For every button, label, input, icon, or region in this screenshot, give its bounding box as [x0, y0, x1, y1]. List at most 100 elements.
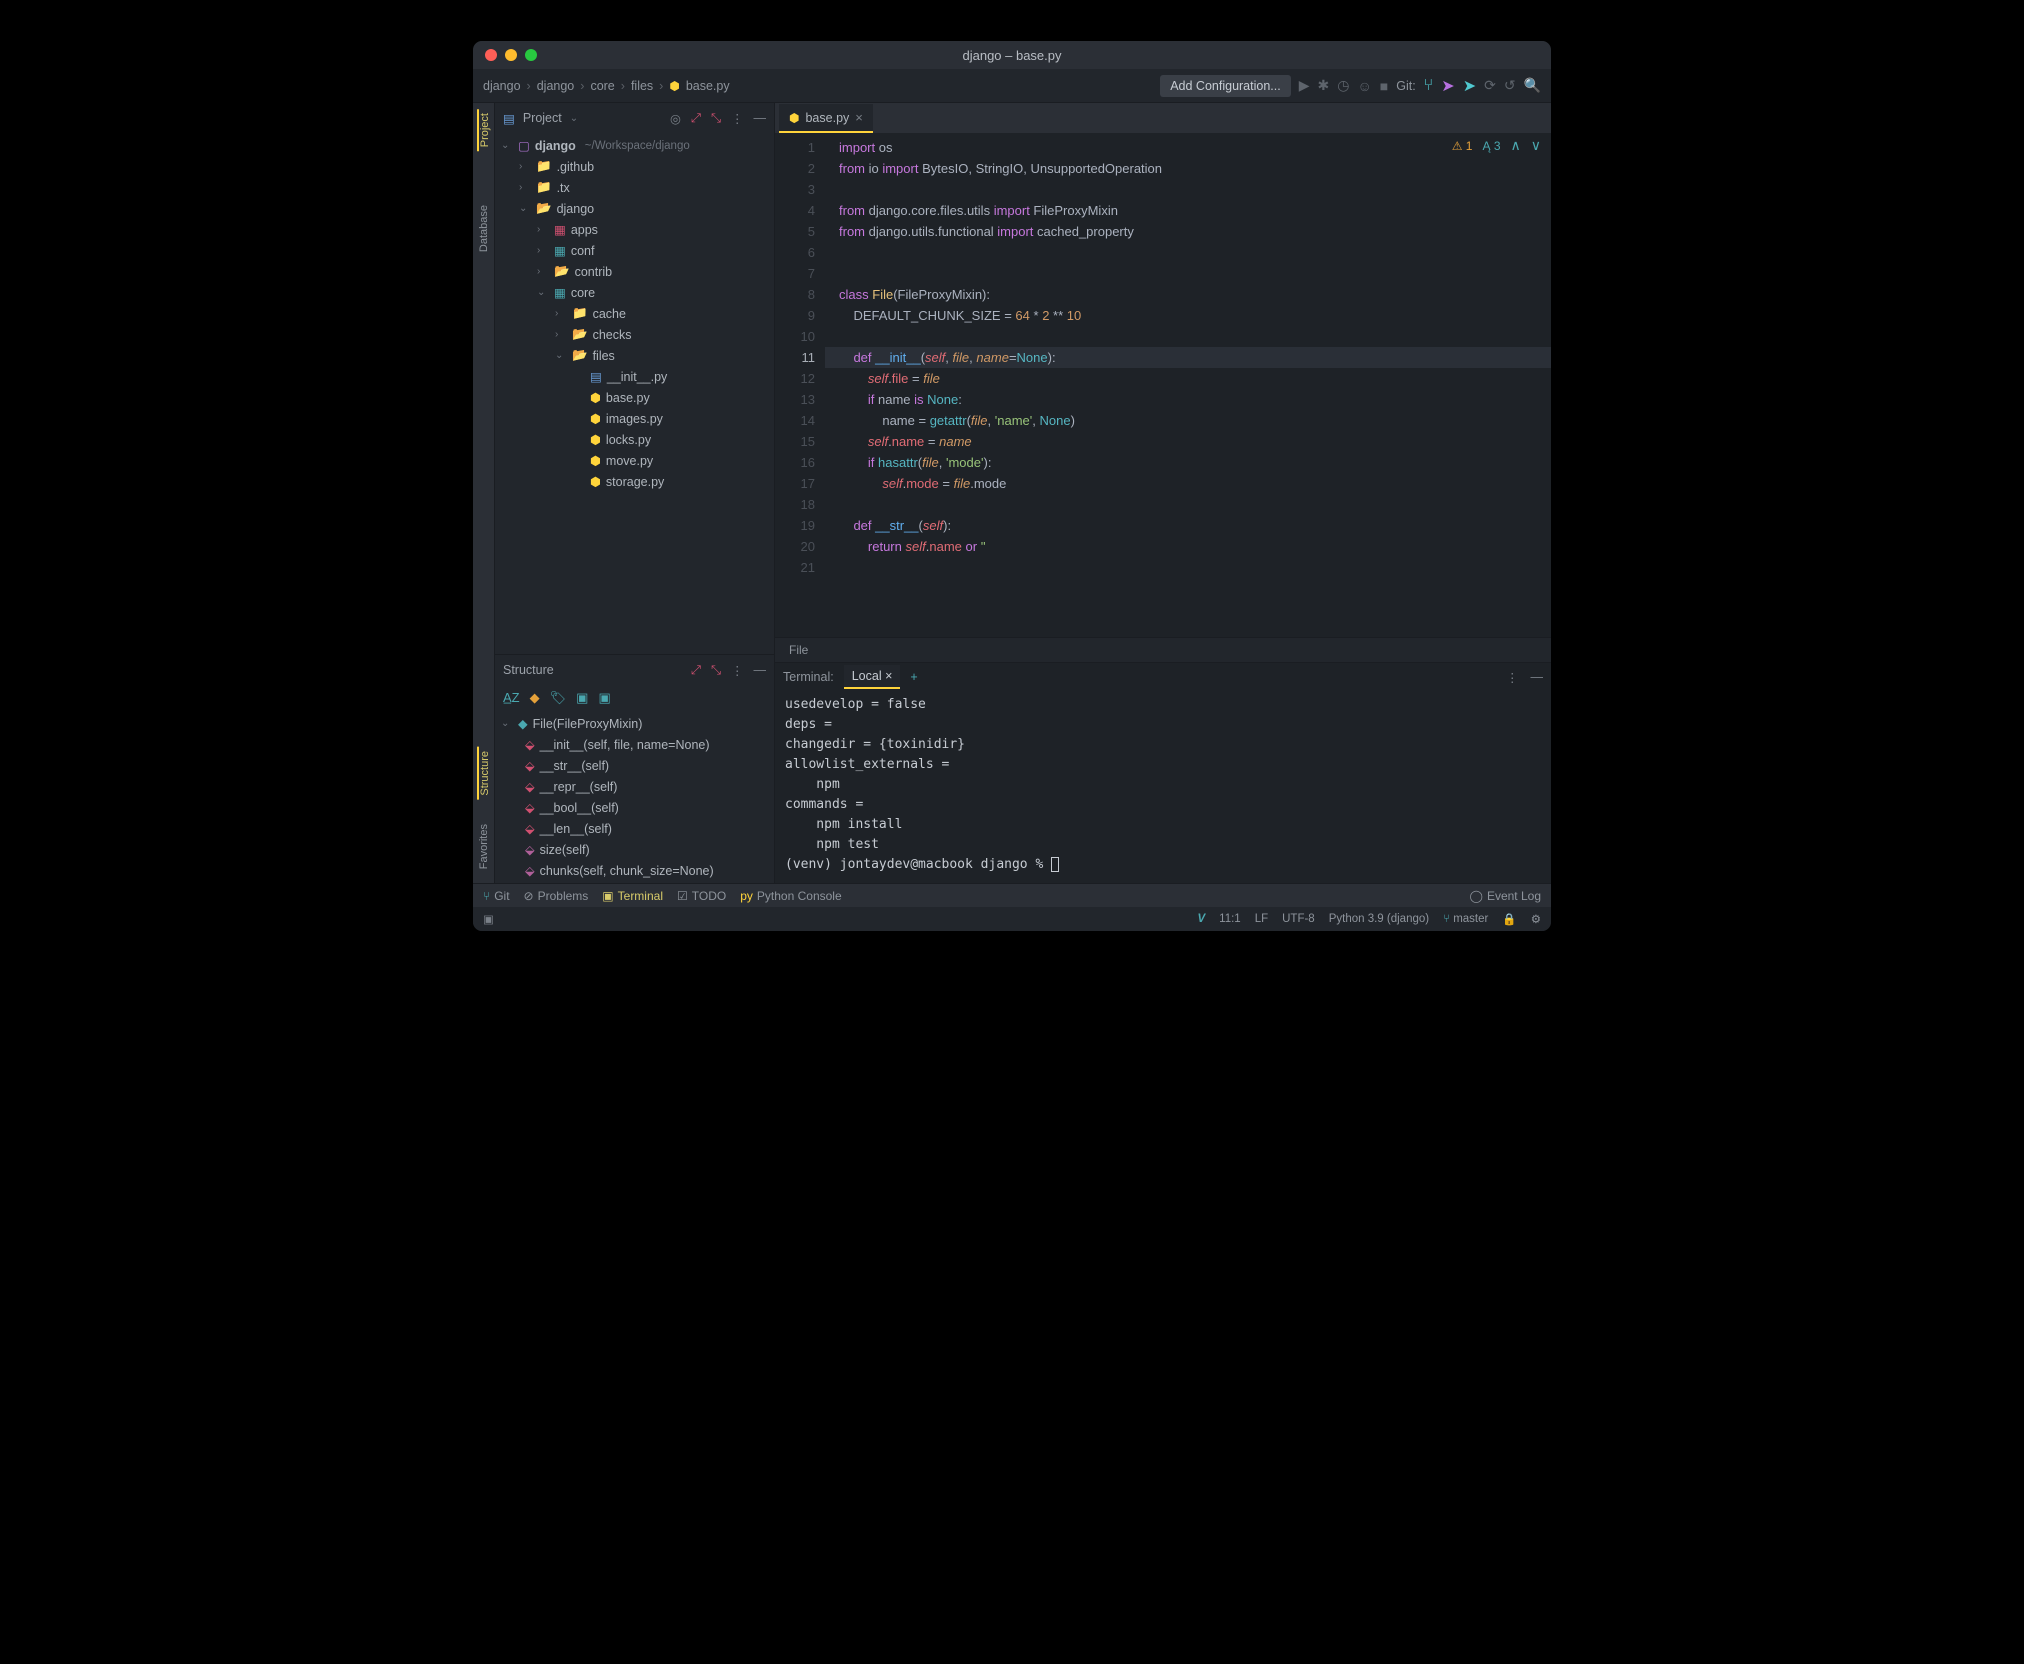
tree-node[interactable]: ▤__init__.py [495, 366, 774, 387]
project-label: Project [523, 111, 562, 125]
structure-tree[interactable]: ⌄◆File(FileProxyMixin) ⬙__init__(self, f… [495, 711, 774, 883]
python-interpreter[interactable]: Python 3.9 (django) [1329, 913, 1429, 925]
line-gutter[interactable]: 123456789101112131415161718192021 [775, 133, 825, 637]
tree-node[interactable]: ›📂contrib [495, 261, 774, 282]
bottom-event-log[interactable]: ◯Event Log [1470, 889, 1541, 903]
filter-icon[interactable]: ◆ [530, 690, 540, 706]
bottom-toolbar: ⑂Git ⊘Problems ▣Terminal ☑TODO pyPython … [473, 883, 1551, 907]
project-tree[interactable]: ⌄▢django~/Workspace/django ›📁.github›📁.t… [495, 133, 774, 654]
tag-icon[interactable]: 🏷 [550, 690, 567, 706]
git-update-icon[interactable]: ⑂ [1424, 77, 1434, 95]
git-label: Git: [1396, 79, 1415, 93]
show-fields-icon[interactable]: ▣ [598, 690, 610, 706]
rail-favorites[interactable]: Favorites [478, 820, 490, 873]
minimize-icon[interactable]: — [754, 663, 767, 678]
tree-node[interactable]: ⬢locks.py [495, 429, 774, 450]
tree-node[interactable]: ⬢base.py [495, 387, 774, 408]
structure-item[interactable]: ⬙__init__(self, file, name=None) [495, 734, 774, 755]
file-encoding[interactable]: UTF-8 [1282, 913, 1315, 925]
tree-node[interactable]: ⌄📂files [495, 345, 774, 366]
rail-project[interactable]: Project [477, 109, 491, 151]
run-icon[interactable]: ▶ [1299, 77, 1310, 94]
collapse-icon[interactable]: ⤡ [711, 111, 721, 126]
git-branch[interactable]: ⑂ master [1443, 913, 1488, 925]
terminal-output[interactable]: usedevelop = false deps = changedir = {t… [775, 691, 1551, 883]
tree-node[interactable]: ›▦apps [495, 219, 774, 240]
terminal-tab[interactable]: Local × [844, 665, 901, 689]
tree-node[interactable]: ›📁.tx [495, 177, 774, 198]
bottom-terminal[interactable]: ▣Terminal [602, 889, 663, 903]
git-commit-icon[interactable]: ➤ [1441, 76, 1454, 96]
project-panel-header: ▤ Project ⌄ ◎ ⤢ ⤡ ⋮ — [495, 103, 774, 133]
terminal-panel: Terminal: Local × + ⋮ — usedevelop = fal… [775, 662, 1551, 883]
rail-database[interactable]: Database [478, 201, 490, 256]
ide-window: django – base.py django› django› core› f… [472, 40, 1552, 932]
sort-az-icon[interactable]: A̲Z [503, 690, 520, 706]
structure-item[interactable]: ⬙size(self) [495, 839, 774, 860]
collapse-icon[interactable]: ⤡ [711, 663, 721, 678]
code-content[interactable]: import osfrom io import BytesIO, StringI… [825, 133, 1551, 637]
tree-node[interactable]: ⌄▦core [495, 282, 774, 303]
more-icon[interactable]: ⋮ [731, 111, 744, 126]
structure-item[interactable]: ⬙__bool__(self) [495, 797, 774, 818]
editor-tabs: ⬢ base.py × [775, 103, 1551, 133]
more-icon[interactable]: ⋮ [731, 663, 744, 678]
main-toolbar: django› django› core› files› ⬢ base.py A… [473, 69, 1551, 103]
git-push-icon[interactable]: ➤ [1463, 76, 1476, 96]
code-editor[interactable]: ⚠ 1 Ą 3 ∧ ∨ 1234567891011121314151617181… [775, 133, 1551, 637]
tree-node[interactable]: ›📁.github [495, 156, 774, 177]
git-rollback-icon[interactable]: ↺ [1504, 77, 1516, 94]
editor-breadcrumb[interactable]: File [775, 637, 1551, 662]
new-terminal-icon[interactable]: + [910, 670, 917, 684]
add-configuration-button[interactable]: Add Configuration... [1160, 75, 1291, 97]
window-title: django – base.py [473, 48, 1551, 63]
bottom-problems[interactable]: ⊘Problems [524, 889, 589, 903]
prev-highlight-icon: ∧ [1511, 137, 1521, 154]
warning-badge: ⚠ 1 [1452, 139, 1473, 153]
python-icon: ⬢ [789, 111, 799, 125]
minimize-icon[interactable]: — [1531, 670, 1544, 685]
structure-label: Structure [503, 663, 554, 677]
tree-node[interactable]: ⬢move.py [495, 450, 774, 471]
caret-position[interactable]: 11:1 [1219, 913, 1241, 925]
navigation-breadcrumbs[interactable]: django› django› core› files› ⬢ base.py [483, 79, 730, 93]
tree-node[interactable]: ›📁cache [495, 303, 774, 324]
tree-node[interactable]: ›▦conf [495, 240, 774, 261]
tree-node[interactable]: ⬢storage.py [495, 471, 774, 492]
close-tab-icon[interactable]: × [855, 110, 863, 125]
settings-sync-icon[interactable]: ⚙ [1531, 912, 1541, 926]
expand-icon[interactable]: ⤢ [691, 111, 701, 126]
lock-icon[interactable]: 🔒 [1502, 912, 1516, 926]
rail-structure[interactable]: Structure [477, 747, 491, 800]
next-highlight-icon: ∨ [1531, 137, 1541, 154]
tree-node[interactable]: ⬢images.py [495, 408, 774, 429]
bottom-todo[interactable]: ☑TODO [677, 889, 726, 903]
debug-icon[interactable]: ✱ [1318, 77, 1330, 94]
left-tool-rail: Project Database Structure Favorites [473, 103, 495, 883]
profile-icon[interactable]: ☺ [1357, 78, 1371, 94]
minimize-icon[interactable]: — [754, 111, 767, 126]
project-icon: ▤ [503, 111, 515, 126]
expand-icon[interactable]: ⤢ [691, 663, 701, 678]
titlebar: django – base.py [473, 41, 1551, 69]
tree-node[interactable]: ›📂checks [495, 324, 774, 345]
coverage-icon[interactable]: ◷ [1337, 77, 1349, 94]
target-icon[interactable]: ◎ [670, 111, 681, 126]
bottom-python-console[interactable]: pyPython Console [740, 889, 841, 903]
tree-node[interactable]: ⌄📂django [495, 198, 774, 219]
search-icon[interactable]: 🔍 [1524, 77, 1541, 94]
show-inherited-icon[interactable]: ▣ [576, 690, 588, 706]
stop-icon[interactable]: ■ [1380, 78, 1388, 94]
structure-item[interactable]: ⬙__repr__(self) [495, 776, 774, 797]
structure-item[interactable]: ⬙__str__(self) [495, 755, 774, 776]
structure-item[interactable]: ⬙chunks(self, chunk_size=None) [495, 860, 774, 881]
git-history-icon[interactable]: ⟳ [1484, 77, 1496, 94]
line-separator[interactable]: LF [1255, 913, 1268, 925]
bottom-git[interactable]: ⑂Git [483, 889, 510, 903]
sidebar: ▤ Project ⌄ ◎ ⤢ ⤡ ⋮ — ⌄▢django~/Workspac… [495, 103, 775, 883]
structure-item[interactable]: ⬙__len__(self) [495, 818, 774, 839]
editor-tab[interactable]: ⬢ base.py × [779, 104, 873, 133]
inspection-badges[interactable]: ⚠ 1 Ą 3 ∧ ∨ [1452, 137, 1541, 154]
more-icon[interactable]: ⋮ [1506, 670, 1519, 685]
stack-icon[interactable]: ▣ [483, 912, 494, 926]
